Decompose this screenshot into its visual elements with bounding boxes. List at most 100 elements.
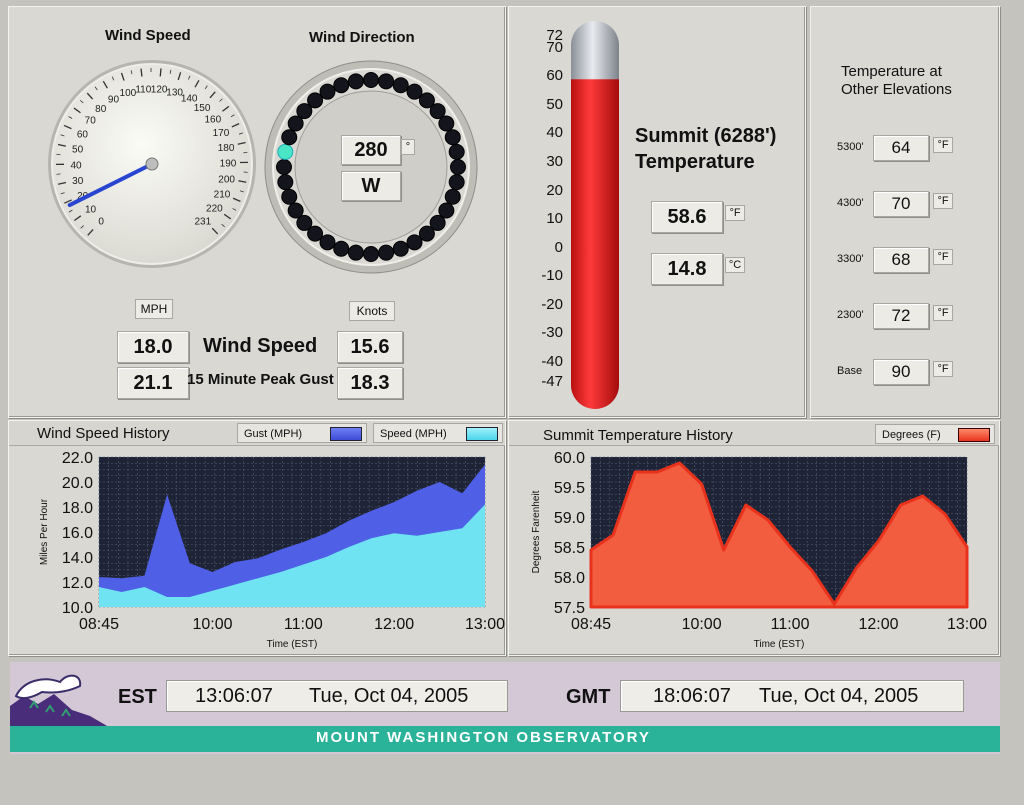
thermometer-tick-label: 50 xyxy=(546,95,563,113)
wind-history-title: Wind Speed History xyxy=(37,425,170,442)
speed-swatch-icon xyxy=(466,427,498,441)
thermometer-fill xyxy=(571,79,619,386)
thermometer xyxy=(571,21,619,409)
elevation-label: 3300' xyxy=(837,253,864,265)
x-tick-label: 12:00 xyxy=(859,616,899,633)
thermometer-tick-label: 70 xyxy=(546,38,563,56)
gauge-label: 160 xyxy=(204,114,221,125)
gauge-label: 231 xyxy=(195,216,212,227)
gauge-label: 80 xyxy=(95,104,107,115)
wind-panel: Wind Speed Wind Direction 01020304050607… xyxy=(8,6,506,418)
thermometer-tick-label: 10 xyxy=(546,210,563,228)
y-tick-label: 20.0 xyxy=(62,475,93,492)
gauge-tick xyxy=(159,68,162,77)
thermometer-tick-label: -10 xyxy=(541,267,563,285)
gauge-label: 0 xyxy=(98,216,104,227)
direction-dot xyxy=(392,240,409,257)
elevation-temp: 72 xyxy=(873,303,929,329)
direction-dot xyxy=(277,174,294,191)
thermometer-tick-label: -20 xyxy=(541,295,563,313)
x-tick-label: 13:00 xyxy=(465,616,505,633)
thermometer-tick-label: 60 xyxy=(546,67,563,85)
thermometer-tick-label: 20 xyxy=(546,181,563,199)
wind-direction-indicator xyxy=(277,143,294,160)
x-axis-label: Time (EST) xyxy=(754,639,805,650)
elevation-label: 5300' xyxy=(837,141,864,153)
gmt-time-box: 18:06:07 Tue, Oct 04, 2005 xyxy=(620,680,964,712)
direction-dot xyxy=(333,77,350,94)
gauge-tick xyxy=(140,68,143,77)
wind-history-panel: Wind Speed History Gust (MPH) Speed (MPH… xyxy=(8,420,506,656)
mph-unit: MPH xyxy=(135,299,173,319)
gmt-date: Tue, Oct 04, 2005 xyxy=(759,685,919,707)
x-tick-label: 12:00 xyxy=(374,616,414,633)
direction-dot xyxy=(333,240,350,257)
elevation-temp: 64 xyxy=(873,135,929,161)
x-axis-label: Time (EST) xyxy=(267,639,318,650)
peak-gust-mph: 21.1 xyxy=(117,367,189,399)
gauge-label: 180 xyxy=(218,143,235,154)
elevation-label: 4300' xyxy=(837,197,864,209)
elevation-unit: °F xyxy=(933,305,953,321)
temp-history-chart: 57.5 58.0 58.5 59.0 59.5 60.0 08:45 10:00 11:00 1… xyxy=(531,450,987,650)
legend-gust[interactable]: Gust (MPH) xyxy=(237,423,367,443)
direction-dot xyxy=(392,77,409,94)
direction-dot xyxy=(363,72,379,88)
gauge-label: 50 xyxy=(72,145,84,156)
summit-temp-c: 14.8 xyxy=(651,253,723,285)
x-tick-label: 08:45 xyxy=(571,616,611,633)
gauge-label: 70 xyxy=(85,116,97,127)
elevation-temp: 90 xyxy=(873,359,929,385)
legend-speed-label: Speed (MPH) xyxy=(380,428,447,440)
y-tick-label: 16.0 xyxy=(62,525,93,542)
wind-direction-dial xyxy=(264,60,478,274)
y-tick-label: 18.0 xyxy=(62,500,93,517)
direction-dot xyxy=(448,143,465,160)
fahrenheit-unit: °F xyxy=(725,205,745,221)
elevations-title-1: Temperature at xyxy=(841,63,942,80)
x-tick-label: 10:00 xyxy=(682,616,722,633)
y-tick-label: 12.0 xyxy=(62,575,93,592)
gauge-label: 10 xyxy=(85,205,97,216)
gauge-label: 170 xyxy=(213,128,230,139)
wind-direction-title: Wind Direction xyxy=(309,29,415,46)
wind-speed-label: Wind Speed xyxy=(203,335,318,357)
direction-dot xyxy=(319,83,336,100)
elevations-title-2: Other Elevations xyxy=(841,81,952,98)
direction-dot xyxy=(281,129,298,146)
gauge-label: 150 xyxy=(194,103,211,114)
wind-history-chart: 10.0 12.0 14.0 16.0 18.0 20.0 22.0 08:45 10:00 11… xyxy=(39,450,505,650)
observatory-logo-icon xyxy=(10,674,114,730)
thermometer-tick-label: -30 xyxy=(541,324,563,342)
y-axis-label: Miles Per Hour xyxy=(39,498,50,565)
summit-temp-f: 58.6 xyxy=(651,201,723,233)
x-tick-label: 11:00 xyxy=(771,616,810,633)
footer-bar: EST 13:06:07 Tue, Oct 04, 2005 GMT 18:06… xyxy=(10,662,1000,754)
elevation-unit: °F xyxy=(933,249,953,265)
gauge-label: 190 xyxy=(220,159,237,170)
gauge-label: 90 xyxy=(108,94,120,105)
y-tick-label: 10.0 xyxy=(62,600,93,617)
elevation-label: Base xyxy=(837,365,863,377)
gmt-time: 18:06:07 xyxy=(653,685,731,707)
legend-degrees[interactable]: Degrees (F) xyxy=(875,424,995,444)
y-tick-label: 14.0 xyxy=(62,550,93,567)
direction-dot xyxy=(444,129,461,146)
elevation-unit: °F xyxy=(933,193,953,209)
x-tick-label: 11:00 xyxy=(284,616,323,633)
gauge-label: 60 xyxy=(77,129,89,140)
est-time: 13:06:07 xyxy=(195,685,273,707)
direction-dot xyxy=(450,159,466,175)
y-tick-label: 59.5 xyxy=(554,480,585,497)
wind-direction-degrees: 280 xyxy=(341,135,401,165)
legend-gust-label: Gust (MPH) xyxy=(244,428,303,440)
legend-speed[interactable]: Speed (MPH) xyxy=(373,423,503,443)
direction-dot xyxy=(378,73,395,90)
temp-history-title: Summit Temperature History xyxy=(543,427,733,444)
summit-temp-title-2: Temperature xyxy=(635,151,755,173)
direction-dot xyxy=(406,234,423,251)
temp-history-panel: Summit Temperature History Degrees (F) 5… xyxy=(508,420,1000,656)
y-tick-label: 22.0 xyxy=(62,450,93,467)
direction-dot xyxy=(448,174,465,191)
wind-speed-gauge-title: Wind Speed xyxy=(105,27,191,44)
